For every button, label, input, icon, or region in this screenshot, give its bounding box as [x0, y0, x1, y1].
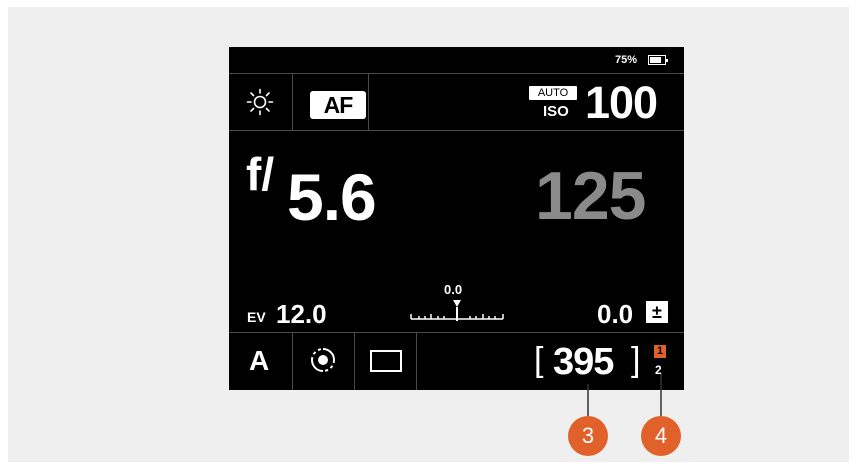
callout-3: 3: [581, 423, 595, 448]
callout-lines: [568, 374, 681, 456]
callout-4: 4: [654, 423, 668, 448]
